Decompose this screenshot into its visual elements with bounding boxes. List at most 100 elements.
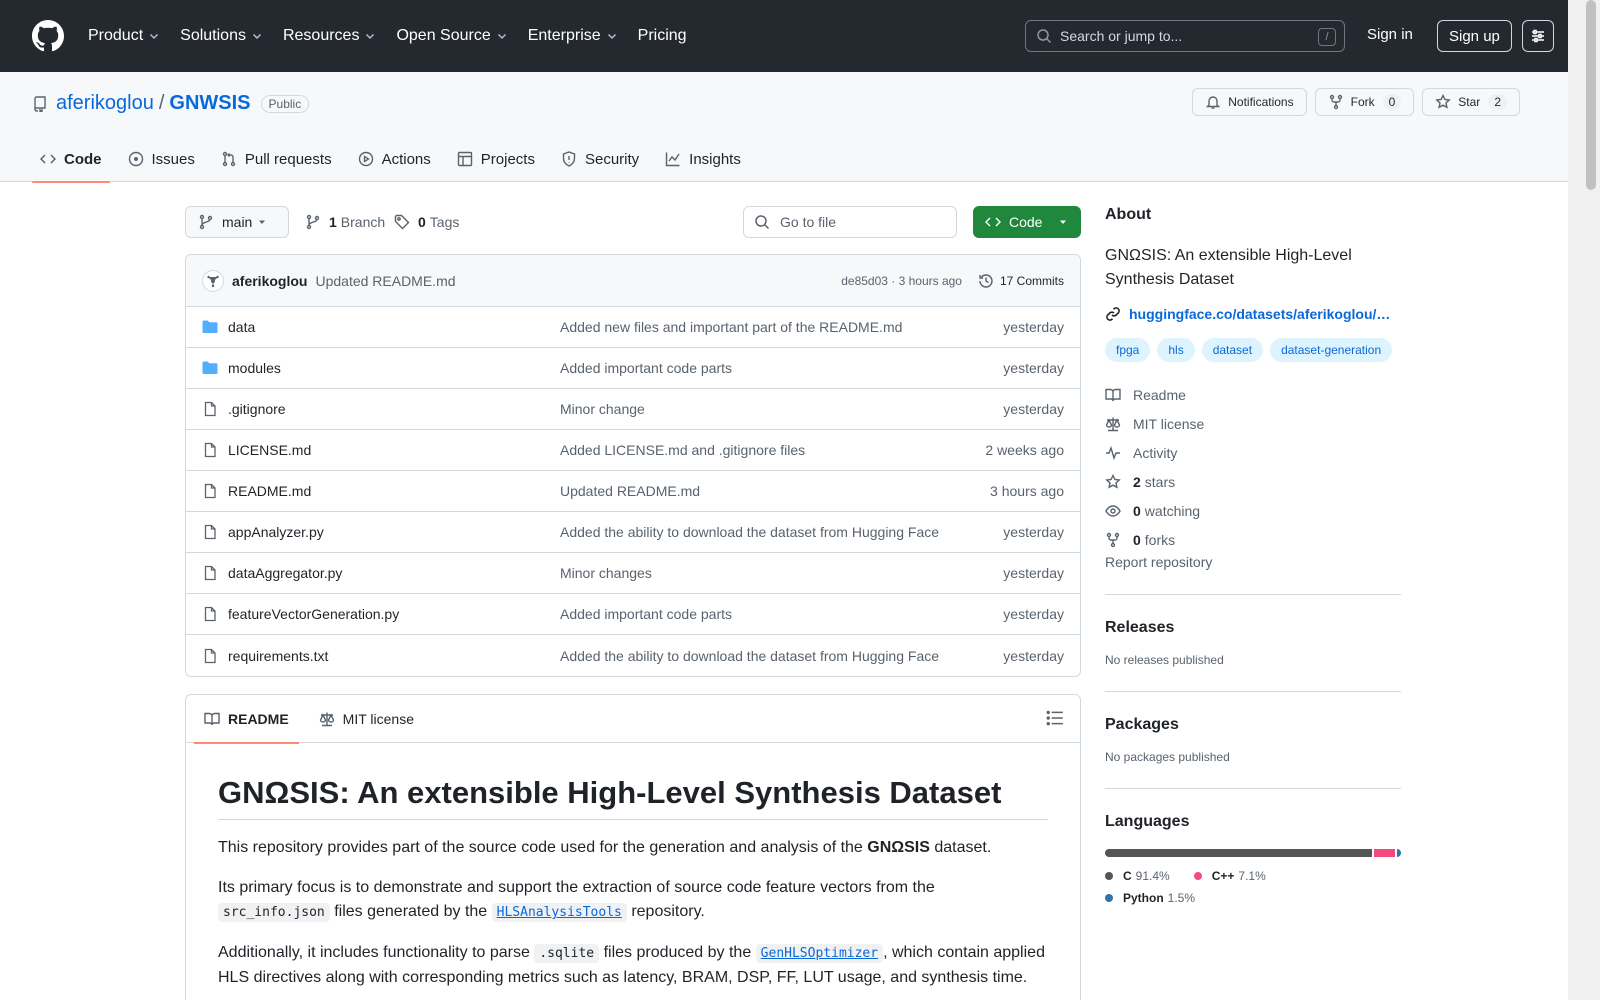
commits-history-link[interactable]: 17 Commits (978, 273, 1064, 289)
file-commit-message-link[interactable]: Minor change (560, 401, 960, 417)
list-unordered-icon[interactable] (1046, 709, 1064, 727)
file-commit-message-link[interactable]: Added important code parts (560, 360, 960, 376)
watching-label: watching (1144, 502, 1201, 519)
language-item[interactable]: C 91.4% (1105, 869, 1170, 883)
search-input[interactable]: Search or jump to... / (1025, 20, 1345, 52)
genhlsoptimizer-link[interactable]: GenHLSOptimizer (755, 944, 884, 963)
avatar-identicon-icon (207, 275, 219, 287)
nav-pricing[interactable]: Pricing (638, 27, 687, 45)
file-name-link[interactable]: modules (228, 360, 560, 376)
repo-icon (34, 95, 46, 112)
topic-tag[interactable]: hls (1157, 338, 1195, 362)
file-name-link[interactable]: featureVectorGeneration.py (228, 606, 560, 622)
graph-icon (665, 152, 680, 167)
branch-icon (306, 214, 320, 230)
tab-code[interactable]: Code (32, 136, 110, 183)
commit-message-link[interactable]: Updated README.md (315, 273, 455, 289)
file-name-link[interactable]: LICENSE.md (228, 442, 560, 458)
avatar[interactable] (202, 269, 224, 292)
activity-link[interactable]: Activity (1105, 438, 1401, 467)
forks-link[interactable]: 0 forks (1105, 525, 1401, 554)
fork-button[interactable]: Fork 0 (1314, 88, 1415, 116)
github-logo-icon[interactable] (32, 20, 64, 52)
releases-heading[interactable]: Releases (1105, 619, 1174, 636)
file-row[interactable]: .gitignore Minor change yesterday (186, 389, 1080, 430)
file-commit-message-link[interactable]: Added the ability to download the datase… (560, 524, 960, 540)
file-commit-message-link[interactable]: Minor changes (560, 565, 960, 581)
file-row[interactable]: LICENSE.md Added LICENSE.md and .gitignor… (186, 430, 1080, 471)
file-icon (204, 483, 216, 499)
license-link[interactable]: MIT license (1105, 409, 1401, 438)
file-name-link[interactable]: appAnalyzer.py (228, 524, 560, 540)
page-scrollbar-thumb[interactable] (1586, 0, 1596, 190)
file-name-link[interactable]: dataAggregator.py (228, 565, 560, 581)
branch-icon (199, 214, 213, 230)
file-row[interactable]: README.md Updated README.md 3 hours ago (186, 471, 1080, 512)
file-name-link[interactable]: requirements.txt (228, 648, 560, 664)
file-commit-message-link[interactable]: Added LICENSE.md and .gitignore files (560, 442, 960, 458)
branch-selector[interactable]: main (185, 206, 289, 238)
nav-open-source[interactable]: Open Source (396, 27, 507, 45)
hlsanalysistools-link[interactable]: HLSAnalysisTools (491, 903, 627, 922)
code-dropdown-button[interactable]: Code (973, 206, 1081, 238)
branches-link[interactable]: 1 Branch (305, 206, 385, 238)
nav-product[interactable]: Product (88, 27, 160, 45)
caret-down-icon (1060, 220, 1066, 224)
fork-icon (1329, 94, 1342, 110)
tab-license[interactable]: MIT license (317, 695, 416, 743)
topic-tag[interactable]: dataset (1201, 338, 1264, 362)
commits-count: 17 Commits (999, 273, 1064, 288)
file-commit-message-link[interactable]: Added the ability to download the datase… (560, 648, 960, 664)
chevron-down-icon (366, 33, 375, 40)
readme-link[interactable]: Readme (1105, 380, 1401, 409)
tags-link[interactable]: 0 Tags (394, 206, 459, 238)
tag-label: Tags (429, 214, 460, 230)
sign-up-button[interactable]: Sign up (1437, 20, 1512, 52)
nav-resources-label: Resources (282, 27, 360, 44)
language-item[interactable]: Python 1.5% (1105, 891, 1195, 905)
file-commit-message-link[interactable]: Added new files and important part of th… (560, 319, 960, 335)
topic-tag[interactable]: fpga (1105, 338, 1151, 362)
tab-actions[interactable]: Actions (350, 136, 439, 182)
nav-enterprise[interactable]: Enterprise (528, 27, 618, 45)
notifications-button[interactable]: Notifications (1192, 88, 1307, 116)
file-row[interactable]: featureVectorGeneration.py Added importan… (186, 594, 1080, 635)
packages-heading[interactable]: Packages (1105, 716, 1179, 733)
topic-tag[interactable]: dataset-generation (1270, 338, 1393, 362)
code-button-label: Code (1009, 214, 1043, 230)
file-row[interactable]: modules Added important code parts yesterd… (186, 348, 1080, 389)
tab-readme[interactable]: README (194, 695, 299, 744)
go-to-file-input[interactable]: Go to file (743, 206, 957, 238)
tab-pull-requests[interactable]: Pull requests (213, 136, 340, 182)
file-name-link[interactable]: .gitignore (228, 401, 560, 417)
file-name-link[interactable]: data (228, 319, 560, 335)
star-button[interactable]: Star 2 (1422, 88, 1520, 116)
file-row[interactable]: appAnalyzer.py Added the ability to downl… (186, 512, 1080, 553)
settings-menu-button[interactable] (1522, 20, 1554, 52)
law-icon (1105, 417, 1121, 431)
commit-author-link[interactable]: aferikoglou (232, 273, 307, 289)
tab-insights[interactable]: Insights (657, 136, 749, 182)
file-row[interactable]: requirements.txt Added the ability to dow… (186, 635, 1080, 676)
language-item[interactable]: C++ 7.1% (1193, 869, 1266, 883)
nav-resources[interactable]: Resources (283, 27, 376, 45)
sign-in-link[interactable]: Sign in (1367, 26, 1413, 43)
repo-name-link[interactable]: GNWSIS (169, 92, 250, 115)
file-commit-message-link[interactable]: Added important code parts (560, 606, 960, 622)
tab-projects[interactable]: Projects (449, 136, 543, 182)
report-repository-link[interactable]: Report repository (1105, 554, 1212, 570)
file-commit-age: yesterday (1003, 606, 1064, 622)
file-commit-message-link[interactable]: Updated README.md (560, 483, 960, 499)
repo-owner-link[interactable]: aferikoglou (56, 92, 154, 115)
file-row[interactable]: data Added new files and important part o… (186, 307, 1080, 348)
tab-issues[interactable]: Issues (120, 136, 203, 182)
file-name-link[interactable]: README.md (228, 483, 560, 499)
tab-security[interactable]: Security (553, 136, 647, 182)
watching-link[interactable]: 0 watching (1105, 496, 1401, 525)
file-row[interactable]: dataAggregator.py Minor changes yesterday (186, 553, 1080, 594)
stars-link[interactable]: 2 stars (1105, 467, 1401, 496)
homepage-link[interactable]: huggingface.co/datasets/aferikoglou/… (1105, 306, 1401, 322)
topics-list: fpga hls dataset dataset-generation (1105, 338, 1401, 368)
nav-solutions[interactable]: Solutions (180, 27, 263, 45)
commit-hash-time[interactable]: de85d03 · 3 hours ago (841, 274, 962, 288)
